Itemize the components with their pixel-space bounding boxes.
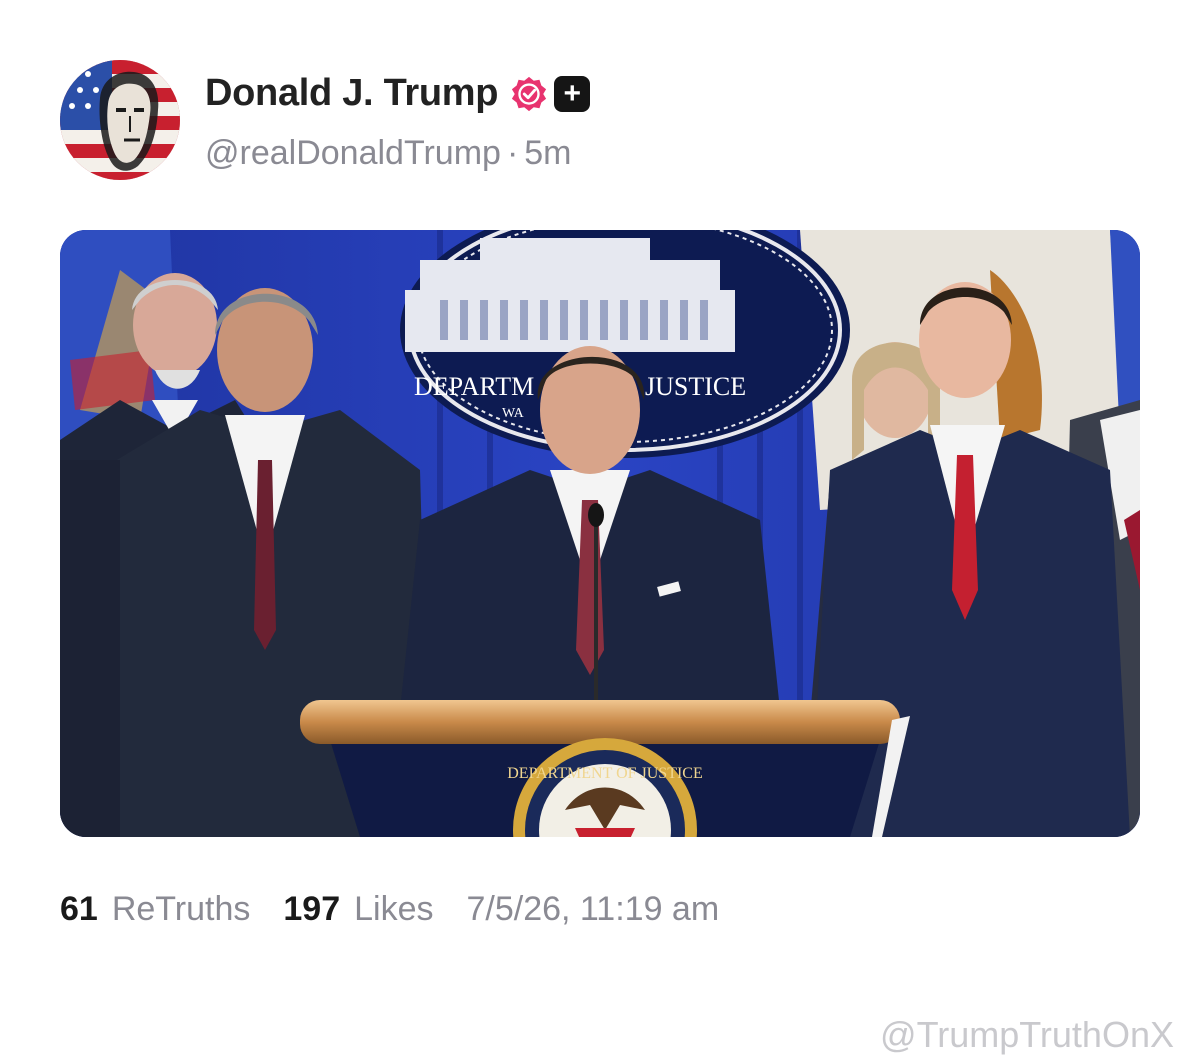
press-conference-frame: DEPARTM JUSTICE WA DEPARTMENT OF JUSTICE — [60, 230, 1140, 837]
post-timestamp[interactable]: 7/5/26, 11:19 am — [467, 890, 720, 929]
meta-separator: · — [506, 133, 519, 172]
post-header: Donald J. Trump + @realDonaldTrump · 5m — [60, 58, 591, 182]
retruths-count: 61 — [60, 890, 98, 928]
backdrop-sign-left: DEPARTM — [414, 372, 534, 401]
post-stats: 61 ReTruths 197 Likes 7/5/26, 11:19 am — [60, 890, 719, 929]
likes-stat[interactable]: 197 Likes — [283, 890, 433, 929]
backdrop-sign-right: JUSTICE — [645, 372, 746, 401]
author-handle[interactable]: @realDonaldTrump — [205, 134, 501, 172]
relative-time[interactable]: 5m — [524, 134, 571, 172]
avatar[interactable] — [60, 60, 180, 180]
podium-seal-text: DEPARTMENT OF JUSTICE — [507, 765, 703, 782]
likes-count: 197 — [283, 890, 341, 928]
verified-badge-icon — [512, 76, 547, 111]
avatar-image — [60, 60, 180, 180]
retruths-stat[interactable]: 61 ReTruths — [60, 890, 250, 929]
watermark: @TrumpTruthOnX — [880, 1014, 1174, 1055]
author-meta: @realDonaldTrump · 5m — [205, 134, 590, 173]
author-display-name[interactable]: Donald J. Trump — [205, 72, 499, 115]
likes-label: Likes — [354, 890, 434, 928]
retruths-label: ReTruths — [111, 890, 251, 928]
backdrop-sign-small: WA — [502, 406, 525, 421]
plus-icon[interactable]: + — [554, 75, 591, 112]
post-media-video[interactable]: DEPARTM JUSTICE WA DEPARTMENT OF JUSTICE — [60, 230, 1140, 837]
